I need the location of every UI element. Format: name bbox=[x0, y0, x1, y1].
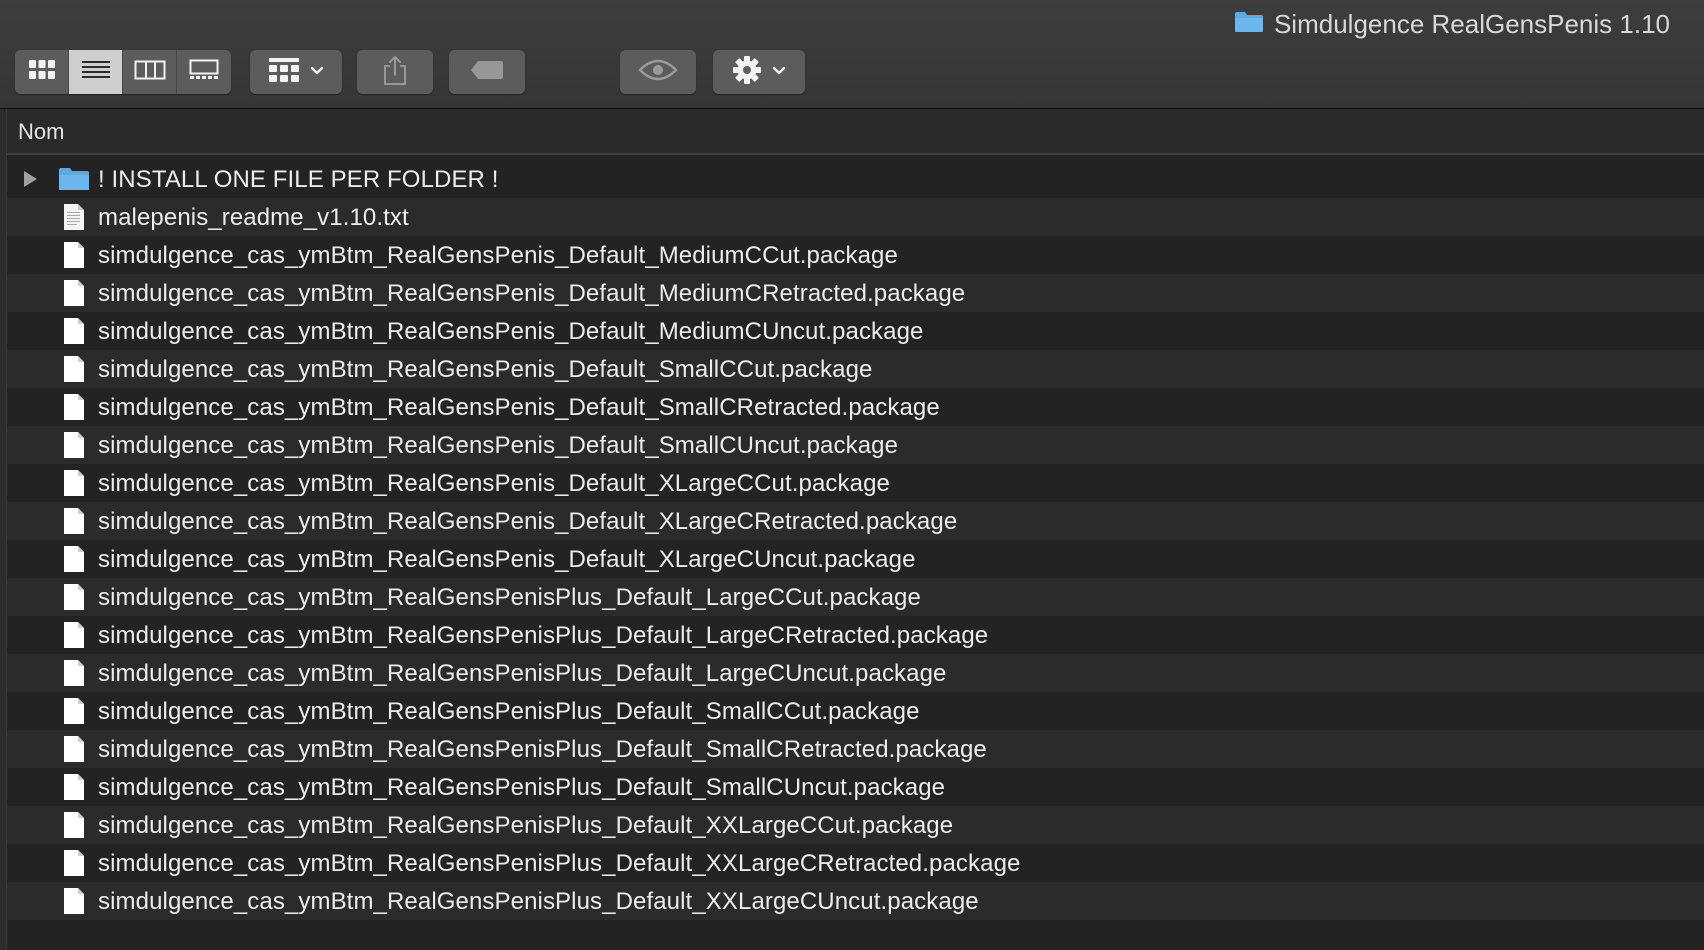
file-row[interactable]: simdulgence_cas_ymBtm_RealGensPenisPlus_… bbox=[7, 806, 1704, 844]
document-icon bbox=[57, 353, 91, 385]
file-row[interactable]: simdulgence_cas_ymBtm_RealGensPenisPlus_… bbox=[7, 730, 1704, 768]
chevron-down-icon bbox=[310, 63, 324, 81]
group-by-button[interactable] bbox=[250, 50, 342, 94]
gear-icon bbox=[732, 55, 762, 90]
file-name: simdulgence_cas_ymBtm_RealGensPenisPlus_… bbox=[98, 584, 921, 611]
icon-grid-icon bbox=[28, 58, 56, 87]
disclosure-triangle-icon[interactable] bbox=[21, 170, 39, 188]
file-name: simdulgence_cas_ymBtm_RealGensPenisPlus_… bbox=[98, 622, 989, 649]
file-name: simdulgence_cas_ymBtm_RealGensPenis_Defa… bbox=[98, 394, 940, 421]
file-row[interactable]: simdulgence_cas_ymBtm_RealGensPenis_Defa… bbox=[7, 236, 1704, 274]
list-lines-icon bbox=[81, 58, 111, 87]
action-button[interactable] bbox=[713, 50, 805, 94]
document-icon bbox=[57, 429, 91, 461]
share-control bbox=[357, 50, 433, 94]
column-header: Nom bbox=[0, 109, 1704, 155]
toolbar: Simdulgence RealGensPenis 1.10 bbox=[0, 0, 1704, 109]
file-row[interactable]: simdulgence_cas_ymBtm_RealGensPenis_Defa… bbox=[7, 388, 1704, 426]
file-row[interactable]: simdulgence_cas_ymBtm_RealGensPenisPlus_… bbox=[7, 578, 1704, 616]
tag-control bbox=[449, 50, 525, 94]
document-icon bbox=[57, 809, 91, 841]
file-name: simdulgence_cas_ymBtm_RealGensPenisPlus_… bbox=[98, 698, 920, 725]
gallery-icon bbox=[188, 58, 220, 87]
file-row[interactable]: simdulgence_cas_ymBtm_RealGensPenisPlus_… bbox=[7, 768, 1704, 806]
grid-icon bbox=[268, 57, 300, 88]
left-edge bbox=[0, 109, 7, 950]
file-row[interactable]: simdulgence_cas_ymBtm_RealGensPenis_Defa… bbox=[7, 540, 1704, 578]
file-row[interactable]: simdulgence_cas_ymBtm_RealGensPenis_Defa… bbox=[7, 274, 1704, 312]
document-icon bbox=[57, 581, 91, 613]
file-name: simdulgence_cas_ymBtm_RealGensPenisPlus_… bbox=[98, 660, 947, 687]
eye-icon bbox=[638, 58, 678, 87]
file-name: malepenis_readme_v1.10.txt bbox=[98, 204, 409, 231]
document-icon bbox=[57, 847, 91, 879]
document-icon bbox=[57, 619, 91, 651]
file-name: simdulgence_cas_ymBtm_RealGensPenisPlus_… bbox=[98, 888, 979, 915]
view-mode-control bbox=[15, 50, 231, 94]
share-button[interactable] bbox=[357, 50, 433, 94]
file-name: simdulgence_cas_ymBtm_RealGensPenisPlus_… bbox=[98, 774, 946, 801]
columns-icon bbox=[134, 58, 166, 87]
list-empty-area bbox=[7, 920, 1704, 950]
file-row[interactable]: malepenis_readme_v1.10.txt bbox=[7, 198, 1704, 236]
file-row[interactable]: simdulgence_cas_ymBtm_RealGensPenis_Defa… bbox=[7, 426, 1704, 464]
file-row[interactable]: simdulgence_cas_ymBtm_RealGensPenisPlus_… bbox=[7, 882, 1704, 920]
file-row[interactable]: simdulgence_cas_ymBtm_RealGensPenisPlus_… bbox=[7, 692, 1704, 730]
file-row[interactable]: simdulgence_cas_ymBtm_RealGensPenis_Defa… bbox=[7, 350, 1704, 388]
folder-row[interactable]: ! INSTALL ONE FILE PER FOLDER ! bbox=[7, 160, 1704, 198]
file-row[interactable]: simdulgence_cas_ymBtm_RealGensPenis_Defa… bbox=[7, 502, 1704, 540]
column-view-button[interactable] bbox=[123, 50, 177, 94]
file-row[interactable]: simdulgence_cas_ymBtm_RealGensPenis_Defa… bbox=[7, 464, 1704, 502]
document-icon bbox=[57, 695, 91, 727]
file-name: simdulgence_cas_ymBtm_RealGensPenis_Defa… bbox=[98, 280, 966, 307]
tag-button[interactable] bbox=[449, 50, 525, 94]
file-row[interactable]: simdulgence_cas_ymBtm_RealGensPenisPlus_… bbox=[7, 654, 1704, 692]
quicklook-button[interactable] bbox=[620, 50, 696, 94]
action-control bbox=[713, 50, 805, 94]
file-row[interactable]: simdulgence_cas_ymBtm_RealGensPenisPlus_… bbox=[7, 616, 1704, 654]
file-name: simdulgence_cas_ymBtm_RealGensPenis_Defa… bbox=[98, 318, 924, 345]
group-by-control bbox=[250, 50, 342, 94]
document-icon bbox=[57, 733, 91, 765]
quicklook-control bbox=[620, 50, 696, 94]
file-name: simdulgence_cas_ymBtm_RealGensPenis_Defa… bbox=[98, 508, 958, 535]
name-column-header[interactable]: Nom bbox=[18, 119, 64, 145]
finder-window: Simdulgence RealGensPenis 1.10 Nom ! INS… bbox=[0, 0, 1704, 950]
window-title: Simdulgence RealGensPenis 1.10 bbox=[1234, 8, 1670, 40]
file-name: simdulgence_cas_ymBtm_RealGensPenis_Defa… bbox=[98, 356, 873, 383]
document-icon bbox=[57, 885, 91, 917]
file-row[interactable]: simdulgence_cas_ymBtm_RealGensPenisPlus_… bbox=[7, 844, 1704, 882]
folder-icon bbox=[57, 163, 91, 195]
document-icon bbox=[57, 315, 91, 347]
file-list: ! INSTALL ONE FILE PER FOLDER ! malepenis… bbox=[7, 160, 1704, 920]
file-name: simdulgence_cas_ymBtm_RealGensPenis_Defa… bbox=[98, 546, 916, 573]
file-name: simdulgence_cas_ymBtm_RealGensPenisPlus_… bbox=[98, 812, 954, 839]
file-name: simdulgence_cas_ymBtm_RealGensPenisPlus_… bbox=[98, 736, 987, 763]
file-name: simdulgence_cas_ymBtm_RealGensPenis_Defa… bbox=[98, 242, 898, 269]
document-icon bbox=[57, 239, 91, 271]
window-title-text: Simdulgence RealGensPenis 1.10 bbox=[1273, 8, 1670, 39]
document-icon bbox=[57, 467, 91, 499]
file-name: simdulgence_cas_ymBtm_RealGensPenisPlus_… bbox=[98, 850, 1021, 877]
icon-view-button[interactable] bbox=[15, 50, 69, 94]
document-icon bbox=[57, 543, 91, 575]
document-icon bbox=[57, 505, 91, 537]
document-icon bbox=[57, 771, 91, 803]
file-row[interactable]: simdulgence_cas_ymBtm_RealGensPenis_Defa… bbox=[7, 312, 1704, 350]
share-icon bbox=[382, 54, 408, 91]
chevron-down-icon bbox=[772, 63, 786, 81]
gallery-view-button[interactable] bbox=[177, 50, 231, 94]
document-icon bbox=[57, 277, 91, 309]
file-name: simdulgence_cas_ymBtm_RealGensPenis_Defa… bbox=[98, 470, 890, 497]
document-icon bbox=[57, 657, 91, 689]
file-name: ! INSTALL ONE FILE PER FOLDER ! bbox=[98, 166, 499, 193]
document-icon bbox=[57, 391, 91, 423]
folder-icon bbox=[1234, 9, 1264, 40]
list-view-button[interactable] bbox=[69, 50, 123, 94]
tag-icon bbox=[469, 59, 505, 86]
text-document-icon bbox=[57, 201, 91, 233]
file-name: simdulgence_cas_ymBtm_RealGensPenis_Defa… bbox=[98, 432, 899, 459]
